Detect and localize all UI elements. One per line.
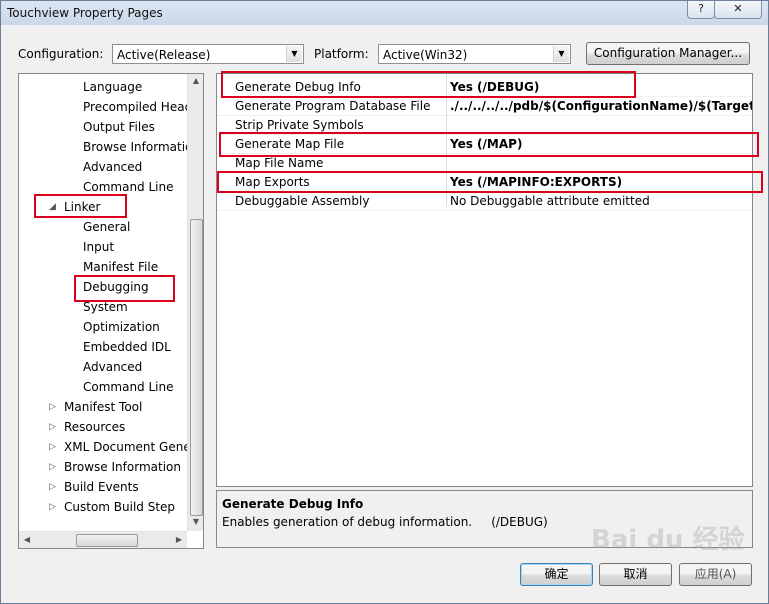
tree-item-label: Embedded IDL [83,340,171,354]
property-name: Map File Name [235,156,324,170]
expand-icon[interactable]: ▷ [49,478,56,496]
tree-vertical-scrollbar[interactable]: ▲ ▼ [187,74,203,531]
category-tree[interactable]: Language Precompiled Heac Output Files Brow… [18,73,204,549]
property-name: Strip Private Symbols [235,118,364,132]
highlight-box-linker [34,194,127,218]
platform-value: Active(Win32) [383,48,468,62]
scroll-up-icon[interactable]: ▲ [188,76,203,85]
highlight-box-map-exports [217,171,763,193]
property-row[interactable]: Debuggable Assembly No Debuggable attribu… [217,191,752,211]
property-pages-window: Touchview Property Pages ? ✕ Configurati… [0,0,769,604]
watermark-logo: Bai du 经验 [591,525,745,555]
scroll-thumb[interactable] [76,534,138,547]
description-title: Generate Debug Info [222,497,364,511]
tree-item-label: Language [83,80,143,94]
tree-item-label: Browse Informatic [83,140,192,154]
cancel-button[interactable]: 取消 [599,563,672,586]
configuration-select[interactable]: Active(Release) ▼ [112,44,304,64]
tree-item-label: General [83,220,131,234]
configuration-value: Active(Release) [117,48,211,62]
configuration-label: Configuration: [18,47,104,61]
tree-item-label: Precompiled Heac [83,100,192,114]
property-row[interactable]: Generate Program Database File ./../../..… [217,96,752,116]
ok-button[interactable]: 确定 [520,563,593,586]
expand-icon[interactable]: ▷ [49,418,56,436]
window-title: Touchview Property Pages [7,6,163,20]
platform-label: Platform: [314,47,369,61]
platform-select[interactable]: Active(Win32) ▼ [378,44,571,64]
tree-item-label: Advanced [83,360,143,374]
tree-item-label: Manifest Tool [64,400,143,414]
tree-item-label: Input [83,240,115,254]
property-value[interactable]: No Debuggable attribute emitted [450,194,650,208]
title-bar: Touchview Property Pages ? ✕ [1,1,768,25]
close-button[interactable]: ✕ [714,1,762,19]
expand-icon[interactable]: ▷ [49,398,56,416]
chevron-down-icon: ▼ [553,46,569,62]
tree-item-label: Optimization [83,320,160,334]
scroll-left-icon[interactable]: ◀ [19,535,35,544]
help-button[interactable]: ? [687,1,715,19]
tree-item-label: Custom Build Step [64,500,176,514]
expand-icon[interactable]: ▷ [49,458,56,476]
help-icon: ? [698,2,704,15]
close-icon: ✕ [733,2,743,15]
highlight-box-map-file [219,132,759,157]
tree-item-label: Output Files [83,120,155,134]
property-name: Generate Program Database File [235,99,431,113]
scroll-right-icon[interactable]: ▶ [171,535,187,544]
tree-item-label: Manifest File [83,260,159,274]
tree-item-label: XML Document Gene [64,440,191,454]
tree-item-label: Resources [64,420,126,434]
highlight-box-debug-info [221,71,636,98]
tree-item-label: Build Events [64,480,139,494]
tree-item-label: Command Line [83,380,174,394]
scroll-thumb[interactable] [190,219,203,516]
description-text: Enables generation of debug information.… [222,515,548,529]
property-name: Debuggable Assembly [235,194,370,208]
configuration-manager-button[interactable]: Configuration Manager... [586,42,750,65]
highlight-box-debugging [74,275,175,302]
property-value[interactable]: ./../../../../pdb/$(ConfigurationName)/$… [450,99,752,113]
apply-button[interactable]: 应用(A) [679,563,752,586]
tree-horizontal-scrollbar[interactable]: ◀ ▶ [19,531,187,548]
scroll-down-icon[interactable]: ▼ [188,517,203,526]
tree-item-label: Advanced [83,160,143,174]
expand-icon[interactable]: ▷ [49,438,56,456]
expand-icon[interactable]: ▷ [49,498,56,516]
chevron-down-icon: ▼ [286,46,302,62]
tree-item-label: Browse Information [64,460,181,474]
